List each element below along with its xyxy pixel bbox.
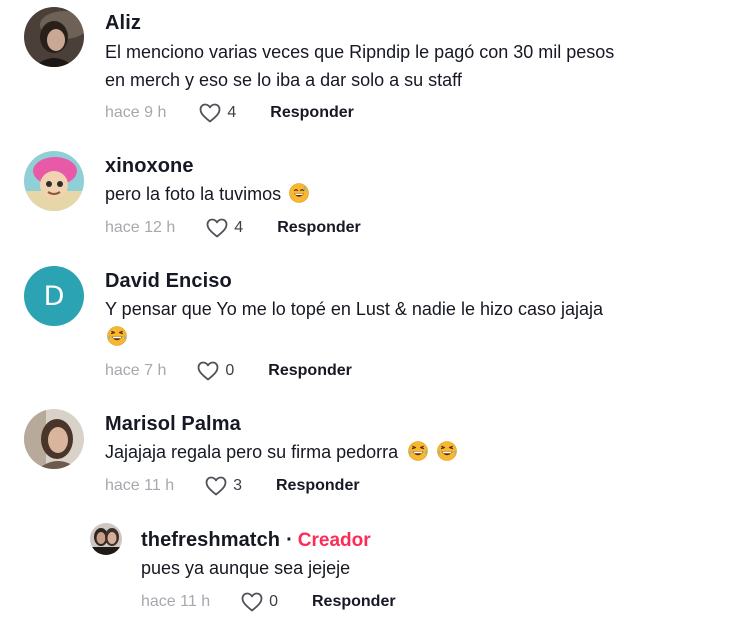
heart-icon[interactable]: [196, 359, 220, 383]
comment-text: Jajajaja regala pero su firma pedorra: [105, 438, 458, 466]
reply-button[interactable]: Responder: [312, 593, 396, 611]
like-button[interactable]: 0: [240, 590, 278, 614]
tears-of-joy-emoji: [107, 326, 127, 346]
separator-dot: ·: [286, 529, 293, 551]
like-button[interactable]: 4: [198, 101, 236, 125]
avatar[interactable]: D: [24, 266, 84, 326]
comment-username[interactable]: Aliz: [105, 12, 141, 35]
comment-text-line: en merch y eso se lo iba a dar solo a su…: [105, 70, 462, 90]
grinning-sweat-emoji: [289, 183, 309, 203]
comment-text: El menciono varias veces que Ripndip le …: [105, 38, 614, 94]
timestamp: hace 7 h: [105, 362, 167, 379]
timestamp: hace 12 h: [105, 219, 176, 236]
like-button[interactable]: 3: [204, 474, 242, 498]
heart-icon[interactable]: [198, 101, 222, 125]
comment-meta: hace 11 h 3 Responder: [105, 474, 457, 498]
comment-meta: hace 12 h 4 Responder: [105, 216, 361, 240]
timestamp: hace 11 h: [141, 593, 211, 610]
like-count: 0: [269, 593, 278, 610]
like-count: 0: [225, 362, 235, 379]
reply-button[interactable]: Responder: [270, 104, 354, 122]
comment-username[interactable]: thefreshmatch: [141, 529, 280, 552]
like-button[interactable]: 4: [205, 216, 243, 240]
avatar-image: [24, 151, 84, 211]
heart-icon[interactable]: [204, 474, 228, 498]
reply-button[interactable]: Responder: [276, 477, 360, 495]
like-button[interactable]: 0: [196, 359, 234, 383]
comment-text: pero la foto la tuvimos: [105, 180, 361, 208]
comment-username[interactable]: xinoxone: [105, 155, 194, 178]
tears-of-joy-emoji: [408, 441, 428, 461]
reply-button[interactable]: Responder: [277, 219, 361, 237]
avatar-image: [24, 409, 84, 469]
comment-text-line: pero la foto la tuvimos: [105, 184, 282, 204]
comment-username[interactable]: David Enciso: [105, 270, 232, 293]
avatar-letter: D: [43, 280, 65, 312]
heart-icon[interactable]: [205, 216, 229, 240]
comment-meta: hace 7 h 0 Responder: [105, 359, 603, 383]
avatar[interactable]: [90, 523, 122, 555]
comment-text-line: Jajajaja regala pero su firma pedorra: [105, 442, 399, 462]
comment-text: Y pensar que Yo me lo topé en Lust & nad…: [105, 295, 603, 351]
like-count: 3: [233, 477, 242, 494]
timestamp: hace 9 h: [105, 104, 167, 121]
comment-meta: hace 11 h 0 Responder: [141, 590, 396, 614]
avatar-image: [24, 7, 84, 67]
avatar[interactable]: [24, 7, 84, 67]
reply-button[interactable]: Responder: [268, 362, 352, 380]
comment-username[interactable]: Marisol Palma: [105, 413, 241, 436]
comment-text-line: Y pensar que Yo me lo topé en Lust & nad…: [105, 299, 604, 319]
comment-text-line: El menciono varias veces que Ripndip le …: [105, 42, 615, 62]
like-count: 4: [227, 104, 237, 121]
like-count: 4: [234, 219, 244, 236]
timestamp: hace 11 h: [105, 477, 175, 494]
creator-badge: Creador: [297, 530, 371, 551]
avatar[interactable]: [24, 409, 84, 469]
tears-of-joy-emoji: [437, 441, 458, 461]
comment-meta: hace 9 h 4 Responder: [105, 101, 614, 125]
avatar-image: [90, 523, 122, 555]
avatar[interactable]: [24, 151, 84, 211]
comment-text: pues ya aunque sea jejeje: [141, 558, 351, 578]
heart-icon[interactable]: [240, 590, 264, 614]
